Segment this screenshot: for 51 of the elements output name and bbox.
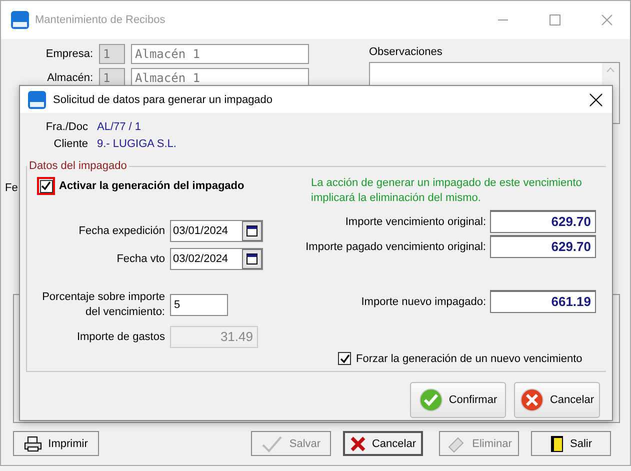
check-mark-icon [41,181,51,191]
checkbox-label: Activar la generación del impagado [59,180,244,192]
name-field[interactable]: Almacén 1 [131,44,309,64]
calendar-icon [246,253,258,265]
app-logo-icon [28,90,46,108]
checkbox[interactable] [37,177,55,195]
cross-icon [350,436,366,452]
exit-button[interactable]: Salir [531,431,611,456]
calendar-button[interactable] [242,221,262,241]
print-button[interactable]: Imprimir [13,431,99,456]
field-label: Importe vencimiento original: [344,216,486,228]
dialog-title: Solicitud de datos para generar un impagado [53,94,274,106]
printer-icon [24,436,42,452]
door-icon [550,434,564,452]
info-value: 9.- LUGIGA S.L. [97,138,178,150]
amount-field: 661.19 [490,290,596,313]
field-label: Almacén: [46,72,93,84]
field-label: Porcentaje sobre importe del vencimiento: [41,290,165,320]
check-circle-icon [418,388,443,412]
field-label: Importe pagado vencimiento original: [306,240,486,252]
calendar-button[interactable] [242,249,262,269]
notice-text: La acción de generar un impagado de este vencimiento implicará la eliminación del mismo. [311,176,583,206]
close-circle-icon [520,388,544,412]
info-value: AL/77 / 1 [97,121,142,133]
checkbox-label: Forzar la generación de un nuevo vencimiento [356,352,582,364]
check-mark-icon [261,434,284,452]
confirm-button[interactable]: Confirmar [410,382,506,418]
group-title: Datos del impagado [28,160,128,172]
amount-field: 629.70 [490,210,596,233]
app-logo-icon [11,11,29,29]
cancel-button[interactable]: Cancelar [514,382,600,418]
check-mark-icon [340,354,350,364]
percentage-field[interactable]: 5 [170,294,228,316]
observations-label: Observaciones [369,46,444,58]
field-label: Fecha expedición [78,224,165,238]
info-label: Cliente [52,138,88,150]
field-label: Importe nuevo impagado: [360,296,486,308]
calendar-icon [246,225,258,237]
field-label: Fe [5,182,18,194]
date-field[interactable]: 03/02/2024 [170,248,263,270]
cancel-button[interactable]: Cancelar [343,431,423,456]
field-label: Fecha vto [116,252,165,266]
checkbox[interactable] [338,352,351,365]
amount-field: 629.70 [490,235,596,258]
field-label: Importe de gastos [76,330,165,344]
eraser-icon [446,434,466,452]
window-title: Mantenimiento de Recibos [35,14,166,26]
date-field[interactable]: 03/01/2024 [170,220,263,242]
field-label: Empresa: [44,48,93,60]
expenses-field: 31.49 [170,326,258,348]
info-label: Fra./Doc [44,121,88,133]
